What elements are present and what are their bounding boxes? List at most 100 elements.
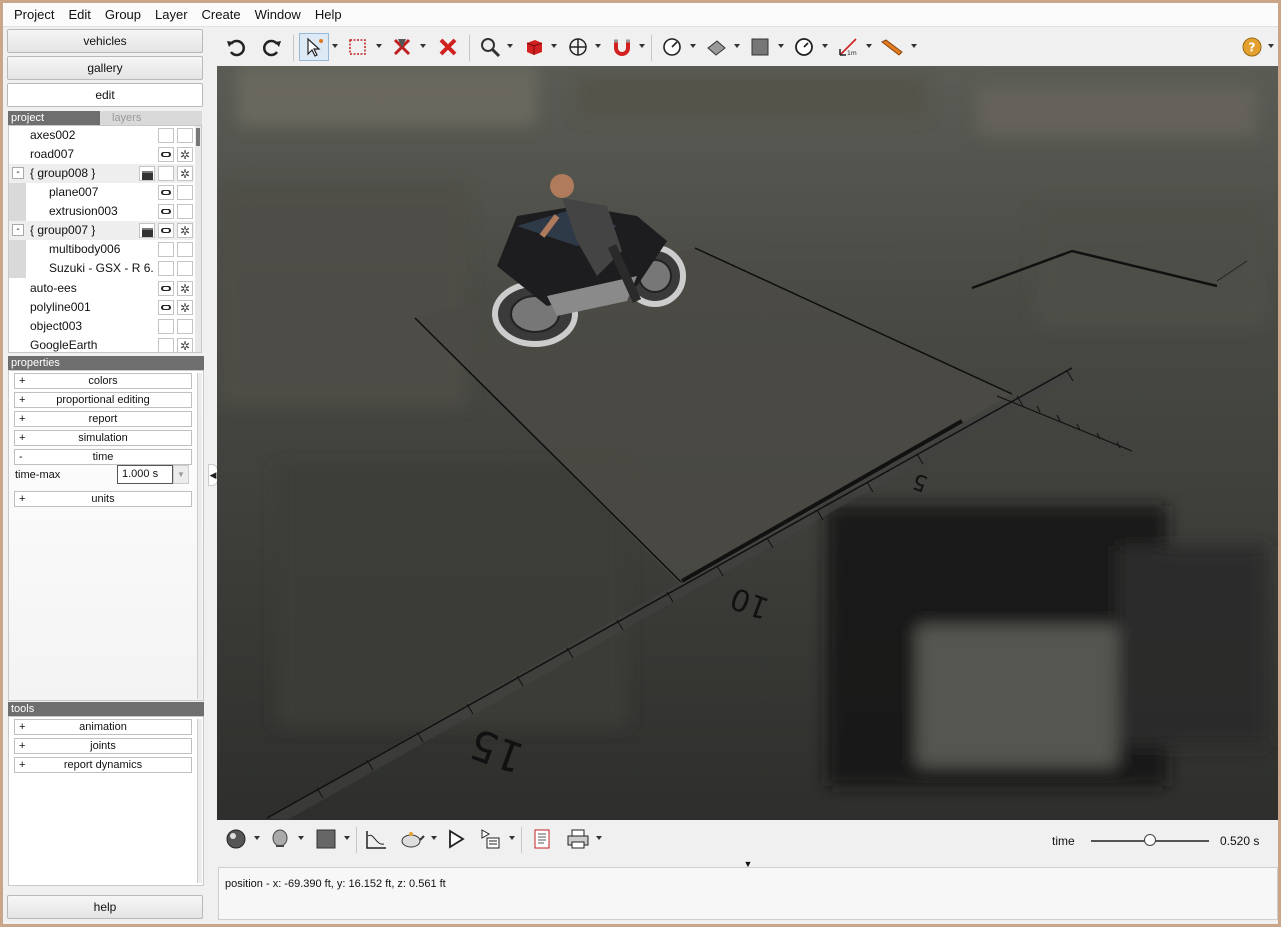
eye-icon[interactable]	[158, 185, 174, 200]
prop-units[interactable]: + units	[14, 491, 192, 507]
undo-icon[interactable]	[221, 33, 251, 61]
prop-proportional-editing[interactable]: + proportional editing	[14, 392, 192, 408]
tool-joints[interactable]: + joints	[14, 738, 192, 754]
properties-panel: + colors + proportional editing + report…	[8, 370, 204, 701]
selectable-toggle[interactable]	[177, 185, 193, 200]
square-icon[interactable]	[745, 33, 775, 61]
prop-label: report	[88, 413, 118, 425]
graph-icon[interactable]	[361, 825, 391, 853]
visibility-toggle[interactable]	[158, 319, 174, 334]
folder-icon[interactable]	[139, 223, 155, 238]
selectable-toggle[interactable]	[177, 128, 193, 143]
tree-item-auto-ees[interactable]: auto-ees	[9, 279, 194, 299]
eye-icon[interactable]	[158, 204, 174, 219]
snowflake-icon[interactable]	[177, 146, 193, 165]
help-icon[interactable]: ?	[1237, 33, 1267, 61]
properties-scrollbar[interactable]	[197, 373, 202, 699]
render-sphere-icon[interactable]	[221, 825, 251, 853]
visibility-toggle[interactable]	[158, 338, 174, 352]
tree-item-suzuki[interactable]: Suzuki - GSX - R 6...	[9, 259, 194, 278]
visibility-toggle[interactable]	[158, 166, 174, 181]
tree-group-group008[interactable]: - { group008 }	[9, 164, 194, 184]
delete-icon[interactable]	[433, 33, 463, 61]
dial-icon[interactable]	[657, 33, 687, 61]
menu-edit[interactable]: Edit	[61, 4, 97, 26]
menu-create[interactable]: Create	[195, 4, 248, 26]
tool-report-dynamics[interactable]: + report dynamics	[14, 757, 192, 773]
tree-group-group007[interactable]: - { group007 }	[9, 221, 194, 241]
eye-icon[interactable]	[158, 223, 174, 238]
vehicles-button[interactable]: vehicles	[7, 29, 203, 53]
collapse-toggle[interactable]: -	[12, 224, 24, 236]
tools-scrollbar[interactable]	[197, 719, 202, 883]
folder-icon[interactable]	[139, 166, 155, 181]
time-label: time	[1052, 834, 1075, 848]
visibility-toggle[interactable]	[158, 128, 174, 143]
snowflake-icon[interactable]	[177, 337, 193, 352]
selectable-toggle[interactable]	[177, 261, 193, 276]
background-color-icon[interactable]	[311, 825, 341, 853]
plane-icon[interactable]	[701, 33, 731, 61]
tree-item-extrusion003[interactable]: extrusion003	[9, 202, 194, 221]
time-max-input[interactable]: 1.000 s	[117, 465, 173, 484]
visibility-toggle[interactable]	[158, 242, 174, 257]
tool-animation[interactable]: + animation	[14, 719, 192, 735]
snowflake-icon[interactable]	[177, 222, 193, 241]
3d-viewport[interactable]: 5 10 15	[217, 66, 1278, 820]
print-icon[interactable]	[563, 825, 593, 853]
prop-time[interactable]: - time	[14, 449, 192, 465]
gauge-icon[interactable]	[789, 33, 819, 61]
time-max-dropdown[interactable]: ▼	[173, 465, 189, 484]
measure-1m-icon[interactable]: 1m	[833, 33, 863, 61]
magnet-icon[interactable]	[607, 33, 637, 61]
tree-item-axes002[interactable]: axes002	[9, 126, 194, 145]
tree-item-road007[interactable]: road007	[9, 145, 194, 165]
snowflake-icon[interactable]	[177, 280, 193, 299]
tree-item-googleearth[interactable]: GoogleEarth	[9, 336, 194, 352]
play-icon[interactable]	[441, 825, 471, 853]
menu-layer[interactable]: Layer	[148, 4, 195, 26]
report-icon[interactable]	[527, 825, 557, 853]
tree-item-multibody006[interactable]: multibody006	[9, 240, 194, 259]
selectable-toggle[interactable]	[177, 319, 193, 334]
select-box-icon[interactable]	[343, 33, 373, 61]
menu-help[interactable]: Help	[308, 4, 349, 26]
ruler-icon[interactable]	[877, 33, 907, 61]
redo-icon[interactable]	[257, 33, 287, 61]
move-icon[interactable]	[563, 33, 593, 61]
menu-window[interactable]: Window	[248, 4, 308, 26]
prop-simulation[interactable]: + simulation	[14, 430, 192, 446]
edit-button[interactable]: edit	[7, 83, 203, 107]
tree-scrollbar[interactable]	[195, 126, 201, 352]
tree-item-plane007[interactable]: plane007	[9, 183, 194, 202]
selectable-toggle[interactable]	[177, 242, 193, 257]
help-button[interactable]: help	[7, 895, 203, 919]
play-list-icon[interactable]	[475, 825, 505, 853]
tree-item-object003[interactable]: object003	[9, 317, 194, 336]
selectable-toggle[interactable]	[177, 204, 193, 219]
zoom-icon[interactable]	[475, 33, 505, 61]
eye-icon[interactable]	[158, 147, 174, 162]
eye-icon[interactable]	[158, 281, 174, 296]
head-view-icon[interactable]	[265, 825, 295, 853]
select-arrow-icon[interactable]	[299, 33, 329, 61]
expand-toggle: +	[19, 394, 26, 406]
prop-report[interactable]: + report	[14, 411, 192, 427]
tree-item-polyline001[interactable]: polyline001	[9, 298, 194, 318]
eye-icon[interactable]	[158, 300, 174, 315]
teapot-icon[interactable]	[397, 825, 427, 853]
solid-cube-icon[interactable]	[519, 33, 549, 61]
scroll-thumb[interactable]	[196, 128, 200, 146]
collapse-toggle[interactable]: -	[12, 167, 24, 179]
prop-colors[interactable]: + colors	[14, 373, 192, 389]
delete-selected-icon[interactable]	[387, 33, 417, 61]
tab-project[interactable]: project	[8, 111, 100, 125]
time-slider-thumb[interactable]	[1144, 834, 1156, 846]
tab-layers[interactable]: layers	[108, 111, 198, 125]
gallery-button[interactable]: gallery	[7, 56, 203, 80]
snowflake-icon[interactable]	[177, 165, 193, 184]
snowflake-icon[interactable]	[177, 299, 193, 318]
menu-project[interactable]: Project	[7, 4, 61, 26]
menu-group[interactable]: Group	[98, 4, 148, 26]
visibility-toggle[interactable]	[158, 261, 174, 276]
